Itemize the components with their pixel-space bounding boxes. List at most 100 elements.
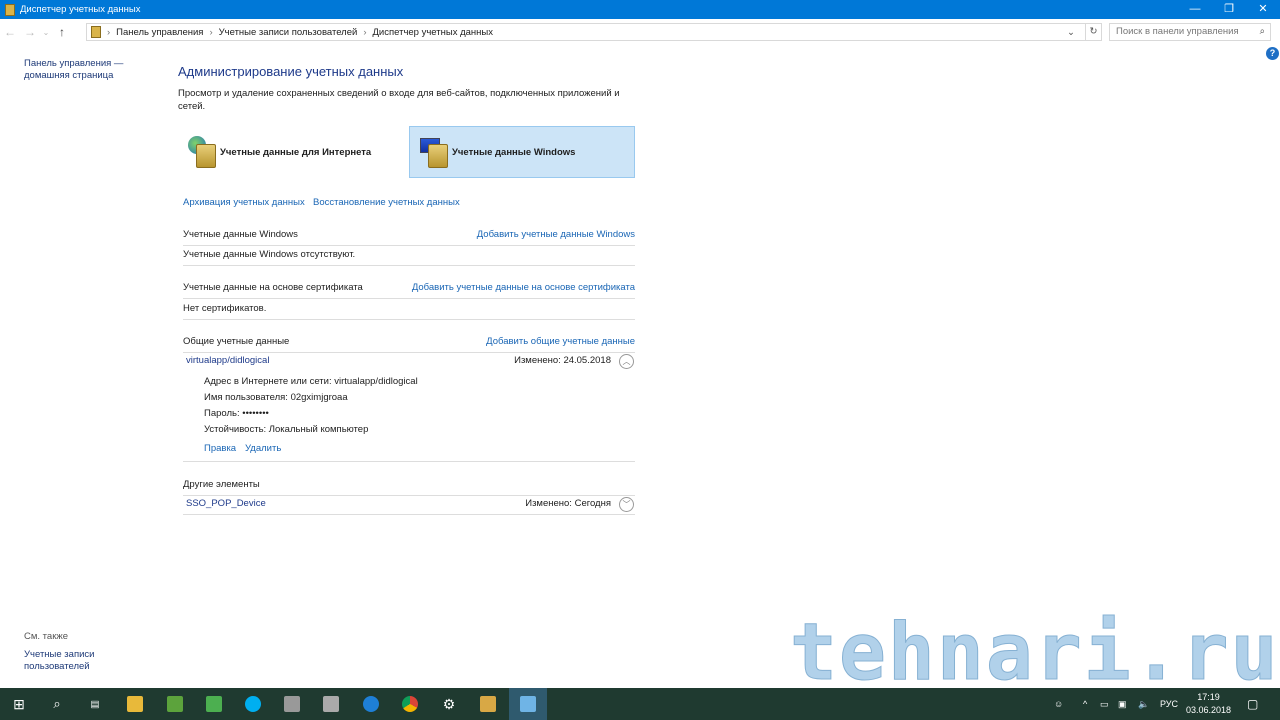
chevron-up-icon[interactable]: ︿ xyxy=(619,354,634,369)
recent-chevron-icon[interactable]: ⌄ xyxy=(40,28,52,37)
see-also-label: См. также xyxy=(24,631,68,642)
taskbar-edge[interactable] xyxy=(352,688,390,720)
refresh-button[interactable]: ↻ xyxy=(1086,23,1102,41)
search-button[interactable]: ⌕ xyxy=(38,688,76,720)
window-title: Диспетчер учетных данных xyxy=(20,4,141,15)
search-input[interactable]: Поиск в панели управления ⌕ xyxy=(1109,23,1271,41)
taskbar-app-notes[interactable] xyxy=(195,688,233,720)
credential-username: Имя пользователя: 02gximjgroaa xyxy=(204,392,348,403)
windows-icon: ⊞ xyxy=(13,695,25,712)
chevron-down-icon[interactable]: ﹀ xyxy=(619,497,634,512)
action-center-icon[interactable]: ▢ xyxy=(1247,688,1258,720)
tab-label: Учетные данные Windows xyxy=(452,146,576,158)
help-icon[interactable]: ? xyxy=(1266,47,1279,60)
credential-address: Адрес в Интернете или сети: virtualapp/d… xyxy=(204,376,418,387)
credential-item-sso-pop-device[interactable]: SSO_POP_Device Изменено: Сегодня ﹀ xyxy=(183,495,635,515)
battery-icon[interactable]: ▭ xyxy=(1100,688,1109,720)
search-icon: ⌕ xyxy=(53,696,61,711)
windows-credentials-icon xyxy=(420,136,448,168)
photos-icon xyxy=(167,696,183,712)
credential-modified: Изменено: Сегодня xyxy=(525,498,611,509)
chevron-down-icon[interactable]: ⌄ xyxy=(1067,27,1075,38)
title-bar: Диспетчер учетных данных — ❐ ✕ xyxy=(0,0,1280,19)
add-certificate-credential-link[interactable]: Добавить учетные данные на основе сертиф… xyxy=(412,279,635,297)
notes-icon xyxy=(206,696,222,712)
task-view-button[interactable]: ▤ xyxy=(76,688,114,720)
tab-web-credentials[interactable]: Учетные данные для Интернета xyxy=(178,126,404,178)
skype-icon xyxy=(245,696,261,712)
clock-time: 17:19 xyxy=(1197,692,1220,702)
people-icon[interactable]: ☺ xyxy=(1054,688,1063,720)
credential-modified: Изменено: 24.05.2018 xyxy=(514,355,611,366)
clock[interactable]: 17:19 03.06.2018 xyxy=(1186,691,1231,717)
app-icon xyxy=(323,696,339,712)
close-button[interactable]: ✕ xyxy=(1246,0,1280,19)
backup-credentials-link[interactable]: Архивация учетных данных xyxy=(183,197,305,208)
clock-date: 03.06.2018 xyxy=(1186,705,1232,715)
web-credentials-icon xyxy=(188,136,216,168)
search-icon: ⌕ xyxy=(1259,26,1265,37)
breadcrumb-credential-manager[interactable]: Диспетчер учетных данных xyxy=(373,27,494,38)
address-bar-row: ← → ⌄ ↑ › Панель управления › Учетные за… xyxy=(0,19,1280,45)
section-title: Другие элементы xyxy=(183,479,260,490)
delete-credential-link[interactable]: Удалить xyxy=(245,441,281,457)
language-indicator[interactable]: РУС xyxy=(1160,688,1178,720)
edit-credential-link[interactable]: Правка xyxy=(204,441,236,457)
sidebar-home-link[interactable]: Панель управления — домашняя страница xyxy=(24,58,144,82)
credential-manager-icon xyxy=(520,696,536,712)
tab-windows-credentials[interactable]: Учетные данные Windows xyxy=(409,126,635,178)
divider xyxy=(183,461,635,462)
windows-credentials-header: Учетные данные Windows Добавить учетные … xyxy=(183,226,635,246)
forward-arrow-icon[interactable]: → xyxy=(20,25,40,39)
chrome-icon xyxy=(402,696,418,712)
restore-credentials-link[interactable]: Восстановление учетных данных xyxy=(313,197,460,208)
credential-persistence: Устойчивость: Локальный компьютер xyxy=(204,424,369,435)
taskbar-app-green[interactable] xyxy=(156,688,194,720)
breadcrumb[interactable]: › Панель управления › Учетные записи пол… xyxy=(86,23,1086,41)
section-title: Учетные данные Windows xyxy=(183,229,298,240)
control-panel-icon xyxy=(91,26,101,38)
generic-credentials-header: Общие учетные данные Добавить общие учет… xyxy=(183,333,635,353)
taskbar-skype[interactable] xyxy=(234,688,272,720)
other-items-header: Другие элементы xyxy=(183,476,635,496)
breadcrumb-user-accounts[interactable]: Учетные записи пользователей xyxy=(219,27,358,38)
windows-credentials-empty: Учетные данные Windows отсутствуют. xyxy=(183,248,635,266)
chevron-right-icon: › xyxy=(107,26,111,38)
taskbar-credential-manager[interactable] xyxy=(509,688,547,720)
add-windows-credential-link[interactable]: Добавить учетные данные Windows xyxy=(477,226,635,244)
tab-label: Учетные данные для Интернета xyxy=(220,146,372,158)
taskbar-chrome[interactable] xyxy=(391,688,429,720)
start-button[interactable]: ⊞ xyxy=(0,688,38,720)
credential-manager-icon xyxy=(5,3,15,16)
credential-name: virtualapp/didlogical xyxy=(186,355,270,366)
add-generic-credential-link[interactable]: Добавить общие учетные данные xyxy=(486,333,635,351)
back-arrow-icon[interactable]: ← xyxy=(0,25,20,39)
volume-icon[interactable]: 🔈 xyxy=(1138,688,1149,720)
edge-icon xyxy=(363,696,379,712)
taskbar-user-accounts[interactable] xyxy=(469,688,507,720)
watermark-logo: tehnari.ru xyxy=(790,608,1280,698)
search-placeholder: Поиск в панели управления xyxy=(1116,26,1239,37)
chevron-right-icon: › xyxy=(209,26,213,38)
minimize-button[interactable]: — xyxy=(1178,0,1212,19)
network-icon[interactable]: ▣ xyxy=(1118,688,1127,720)
credential-item-virtualapp[interactable]: virtualapp/didlogical Изменено: 24.05.20… xyxy=(183,352,635,372)
users-icon xyxy=(480,696,496,712)
chevron-up-icon[interactable]: ^ xyxy=(1083,688,1087,720)
section-title: Общие учетные данные xyxy=(183,336,290,347)
user-accounts-link[interactable]: Учетные записи пользователей xyxy=(24,649,104,673)
chevron-right-icon: › xyxy=(363,26,367,38)
gear-icon: ⚙ xyxy=(442,695,456,712)
file-explorer-icon xyxy=(127,696,143,712)
taskbar-settings[interactable]: ⚙ xyxy=(430,688,468,720)
credential-password: Пароль: •••••••• xyxy=(204,408,269,419)
taskbar-explorer[interactable] xyxy=(116,688,154,720)
taskbar-app-2[interactable] xyxy=(312,688,350,720)
section-title: Учетные данные на основе сертификата xyxy=(183,282,363,293)
taskbar-app-1[interactable] xyxy=(273,688,311,720)
restore-button[interactable]: ❐ xyxy=(1212,0,1246,19)
app-icon xyxy=(284,696,300,712)
breadcrumb-control-panel[interactable]: Панель управления xyxy=(116,27,203,38)
task-view-icon: ▤ xyxy=(90,698,100,710)
up-arrow-icon[interactable]: ↑ xyxy=(52,25,72,39)
